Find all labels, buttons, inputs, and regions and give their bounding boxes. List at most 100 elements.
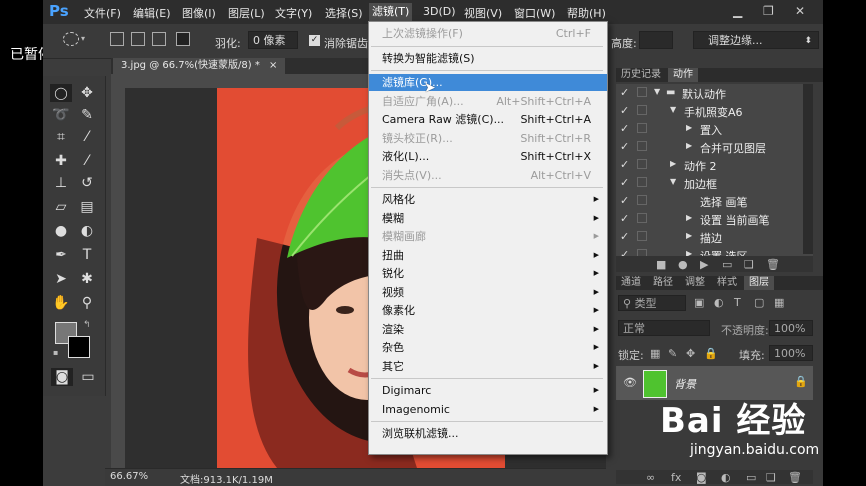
refine-edge-button[interactable]: 调整边缘... ⬍ <box>693 31 819 49</box>
menu-help[interactable]: 帮助(H) <box>567 5 606 21</box>
play-icon[interactable]: ▶ <box>700 258 708 271</box>
menu-3d[interactable]: 3D(D) <box>423 5 456 18</box>
stop-icon[interactable]: ■ <box>656 258 666 271</box>
expanded-triangle-icon[interactable]: ▼ <box>670 177 676 186</box>
menu-select[interactable]: 选择(S) <box>325 5 363 21</box>
fx-icon[interactable]: fx <box>671 471 681 484</box>
filter-menu-item[interactable]: 镜头校正(R)... Shift+Ctrl+R <box>369 130 607 147</box>
new-layer-icon[interactable]: ❑ <box>766 471 776 484</box>
menu-type[interactable]: 文字(Y) <box>275 5 312 21</box>
dialog-toggle-box[interactable] <box>637 177 647 187</box>
filter-menu-item[interactable]: 消失点(V)... Alt+Ctrl+V <box>369 167 607 184</box>
menu-edit[interactable]: 编辑(E) <box>133 5 171 21</box>
action-toggle-icon[interactable]: ✓ <box>620 122 629 135</box>
layer-filter-select[interactable]: ⚲ 类型 <box>618 295 686 311</box>
collapsed-triangle-icon[interactable]: ▶ <box>670 159 676 168</box>
record-icon[interactable]: ● <box>678 258 688 271</box>
visibility-eye-icon[interactable]: 👁 <box>623 376 637 389</box>
delete-layer-icon[interactable]: 🗑 <box>788 471 802 484</box>
action-toggle-icon[interactable]: ✓ <box>620 86 629 99</box>
quick-select-tool-icon[interactable]: ✎ <box>76 106 98 124</box>
tab-close-icon[interactable]: × <box>269 60 277 71</box>
new-set-icon[interactable]: ▭ <box>722 258 732 271</box>
blend-mode-select[interactable]: 正常 <box>618 320 710 336</box>
pen-tool-icon[interactable]: ✒ <box>50 246 72 264</box>
filter-menu-item[interactable]: 转换为智能滤镜(S) <box>369 50 607 67</box>
menu-layer[interactable]: 图层(L) <box>228 5 265 21</box>
lock-position-icon[interactable]: ✥ <box>686 347 695 360</box>
move-tool-icon[interactable]: ✥ <box>76 84 98 102</box>
dialog-toggle-box[interactable] <box>637 195 647 205</box>
collapsed-triangle-icon[interactable]: ▶ <box>686 123 692 132</box>
expanded-triangle-icon[interactable]: ▼ <box>670 105 676 114</box>
action-toggle-icon[interactable]: ✓ <box>620 104 629 117</box>
hand-tool-icon[interactable]: ✋ <box>50 294 72 312</box>
expanded-triangle-icon[interactable]: ▼ <box>654 87 660 96</box>
filter-menu-item[interactable]: 液化(L)... Shift+Ctrl+X <box>369 148 607 165</box>
feather-input[interactable]: 0 像素 <box>248 31 298 49</box>
menu-image[interactable]: 图像(I) <box>182 5 216 21</box>
document-tab[interactable]: 3.jpg @ 66.7%(快速蒙版/8) * × <box>113 58 286 74</box>
action-row[interactable]: ✓ ▶ 设置 当前画笔 <box>616 210 813 229</box>
minimize-icon[interactable]: ▁ <box>733 4 742 18</box>
new-group-icon[interactable]: ▭ <box>746 471 756 484</box>
menu-window[interactable]: 窗口(W) <box>514 5 555 21</box>
ellipse-marquee-icon[interactable] <box>63 32 79 46</box>
action-toggle-icon[interactable]: ✓ <box>620 194 629 207</box>
filter-menu-item[interactable]: 锐化 ▶ <box>369 265 607 282</box>
filter-menu-item[interactable]: 模糊画廊 ▶ <box>369 228 607 245</box>
background-color-swatch[interactable] <box>68 336 90 358</box>
path-select-tool-icon[interactable]: ➤ <box>50 270 72 288</box>
lock-pixels-icon[interactable]: ✎ <box>668 347 677 360</box>
tab-layers[interactable]: 图层 <box>744 276 774 290</box>
quick-mask-icon[interactable]: ◙ <box>51 368 73 386</box>
collapsed-triangle-icon[interactable]: ▶ <box>686 141 692 150</box>
tab-channels[interactable]: 通道 <box>616 276 646 290</box>
opacity-input[interactable]: 100% <box>769 320 813 336</box>
crop-tool-icon[interactable]: ⌗ <box>50 128 72 146</box>
dialog-toggle-box[interactable] <box>637 141 647 151</box>
trash-icon[interactable]: 🗑 <box>766 258 780 271</box>
filter-menu-item[interactable]: 风格化 ▶ <box>369 191 607 208</box>
filter-menu-item[interactable]: 像素化 ▶ <box>369 302 607 319</box>
intersect-selection-icon[interactable] <box>176 32 190 46</box>
dialog-toggle-box[interactable] <box>637 87 647 97</box>
zoom-level[interactable]: 66.67% <box>110 471 148 482</box>
link-layers-icon[interactable]: ∞ <box>646 471 655 484</box>
add-mask-icon[interactable]: ◙ <box>696 471 707 484</box>
action-toggle-icon[interactable]: ✓ <box>620 230 629 243</box>
dialog-toggle-box[interactable] <box>637 105 647 115</box>
screen-mode-icon[interactable]: ▭ <box>77 368 99 386</box>
action-row[interactable]: ✓ ▼ ▬ 默认动作 <box>616 84 813 103</box>
chevron-down-icon[interactable]: ▾ <box>81 34 85 43</box>
action-row[interactable]: ✓ ▼ 手机照变A6 <box>616 102 813 121</box>
action-row[interactable]: ✓ ▶ 描边 <box>616 228 813 247</box>
layer-name[interactable]: 背景 <box>674 376 696 392</box>
filter-menu-item[interactable]: 模糊 ▶ <box>369 210 607 227</box>
tab-styles[interactable]: 样式 <box>712 276 742 290</box>
gradient-tool-icon[interactable]: ▤ <box>76 198 98 216</box>
eraser-tool-icon[interactable]: ▱ <box>50 198 72 216</box>
adjust-filter-icon[interactable]: ◐ <box>714 296 724 309</box>
filter-menu-item[interactable]: 上次滤镜操作(F) Ctrl+F <box>369 25 607 42</box>
shape-filter-icon[interactable]: ▢ <box>754 296 764 309</box>
custom-shape-tool-icon[interactable]: ✱ <box>76 270 98 288</box>
close-icon[interactable]: ✕ <box>795 4 805 18</box>
healing-brush-tool-icon[interactable]: ✚ <box>50 152 72 170</box>
elliptical-marquee-tool-icon[interactable]: ◯ <box>50 84 72 102</box>
collapsed-triangle-icon[interactable]: ▶ <box>686 213 692 222</box>
filter-menu-item[interactable]: 杂色 ▶ <box>369 339 607 356</box>
smart-filter-icon[interactable]: ▦ <box>774 296 784 309</box>
menu-file[interactable]: 文件(F) <box>84 5 121 21</box>
tab-actions[interactable]: 动作 <box>668 68 698 82</box>
filter-menu-item[interactable]: Digimarc ▶ <box>369 382 607 399</box>
restore-icon[interactable]: ❐ <box>763 4 774 18</box>
type-tool-icon[interactable]: T <box>76 246 98 264</box>
filter-menu-item[interactable]: Imagenomic ▶ <box>369 401 607 418</box>
dialog-toggle-box[interactable] <box>637 213 647 223</box>
action-toggle-icon[interactable]: ✓ <box>620 212 629 225</box>
collapsed-triangle-icon[interactable]: ▶ <box>686 231 692 240</box>
filter-menu-item[interactable]: 浏览联机滤镜... <box>369 425 607 442</box>
action-row[interactable]: ✓ ▶ 动作 2 <box>616 156 813 175</box>
filter-menu-item[interactable]: 视频 ▶ <box>369 284 607 301</box>
